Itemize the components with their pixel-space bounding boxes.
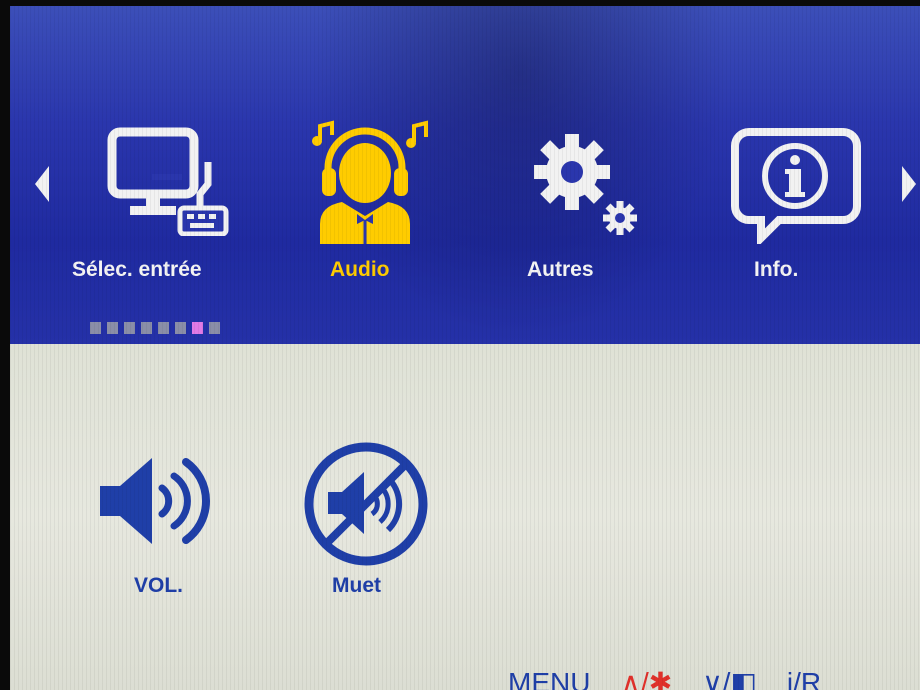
page-dot bbox=[192, 322, 203, 334]
key-hints: MENU ∧/✱ ∨/◧ i/R bbox=[508, 666, 821, 690]
headphones-person-icon bbox=[312, 120, 428, 244]
audio-item-mute[interactable] bbox=[302, 440, 430, 572]
audio-label-volume: VOL. bbox=[134, 574, 184, 597]
key-hint-down: ∨/◧ bbox=[702, 667, 757, 690]
menu-item-others[interactable] bbox=[500, 126, 670, 236]
menu-label-audio: Audio bbox=[330, 258, 390, 281]
menu-label-info: Info. bbox=[754, 258, 799, 281]
key-hint-input: i/R bbox=[786, 667, 822, 690]
menu-item-input-select[interactable] bbox=[80, 126, 250, 236]
page-dot bbox=[141, 322, 152, 334]
page-dot bbox=[124, 322, 135, 334]
mute-icon bbox=[304, 442, 428, 566]
menu-label-others: Autres bbox=[527, 258, 594, 281]
audio-item-volume[interactable] bbox=[94, 446, 224, 560]
speaker-volume-icon bbox=[100, 458, 211, 544]
gears-icon bbox=[534, 134, 637, 235]
page-dot bbox=[209, 322, 220, 334]
monitor-keyboard-icon bbox=[107, 127, 229, 236]
key-hint-menu: MENU bbox=[508, 667, 591, 690]
page-dot bbox=[175, 322, 186, 334]
key-hint-up: ∧/✱ bbox=[620, 667, 673, 690]
page-dot bbox=[90, 322, 101, 334]
next-arrow-icon[interactable] bbox=[902, 166, 916, 202]
menu-label-input-select: Sélec. entrée bbox=[72, 258, 202, 281]
page-dot bbox=[158, 322, 169, 334]
info-bubble-icon bbox=[731, 128, 861, 244]
audio-label-mute: Muet bbox=[332, 574, 381, 597]
menu-item-audio[interactable] bbox=[280, 118, 450, 246]
menu-item-info[interactable] bbox=[710, 126, 880, 244]
prev-arrow-icon[interactable] bbox=[35, 166, 49, 202]
page-dot bbox=[107, 322, 118, 334]
page-indicator bbox=[90, 322, 220, 334]
osd-screen: Sélec. entrée Audio Autres Info. VOL. Mu… bbox=[10, 6, 920, 690]
